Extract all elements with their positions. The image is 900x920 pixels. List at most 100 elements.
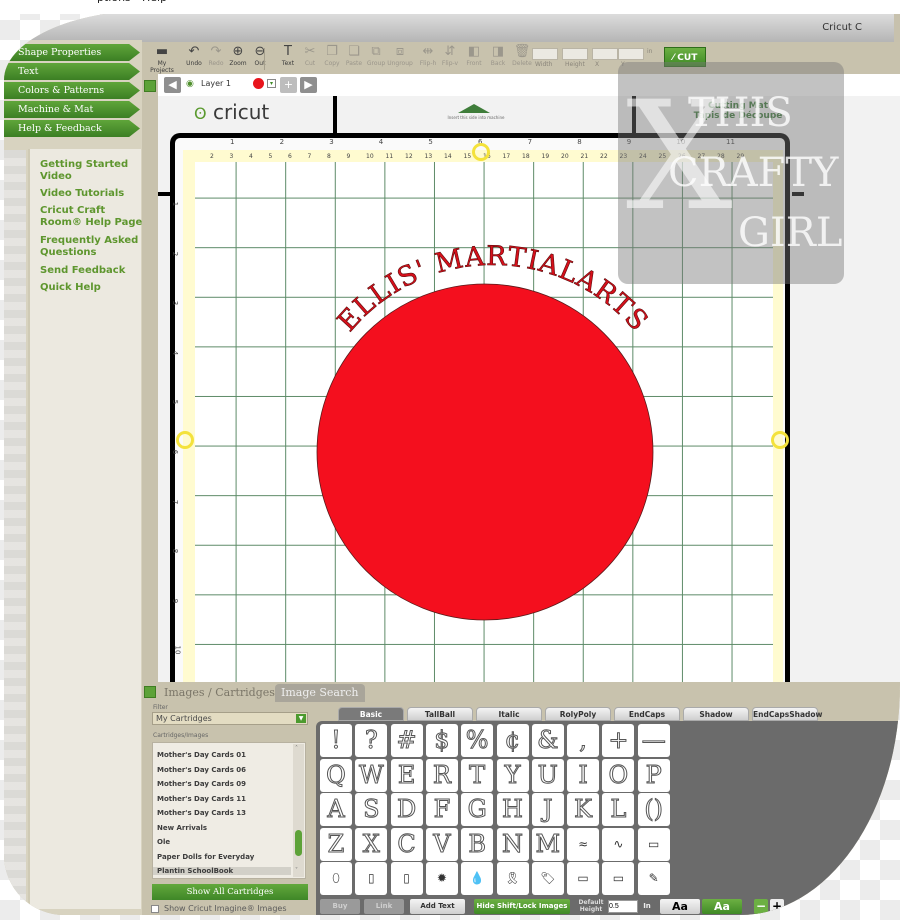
font-tab-shadow[interactable]: Shadow — [683, 707, 749, 721]
glyph-cell[interactable]: T — [461, 758, 494, 792]
glyph-cell[interactable]: & — [531, 724, 564, 757]
show-all-cartridges-button[interactable]: Show All Cartridges — [152, 884, 308, 900]
font-tab-tallball[interactable]: TallBall — [407, 707, 473, 721]
zoom-out-grid-button[interactable]: − — [754, 899, 768, 914]
add-text-button[interactable]: Add Text — [410, 899, 465, 914]
add-layer-button[interactable]: + — [280, 77, 297, 93]
next-mat-button[interactable]: ▶ — [300, 77, 317, 93]
cartridge-item[interactable]: Mother's Day Cards 09 — [157, 780, 246, 788]
glyph-cell[interactable]: 💧 — [461, 862, 494, 896]
glyph-cell[interactable]: ⬯ — [320, 862, 352, 896]
glyph-cell[interactable]: 🏷 — [531, 862, 564, 896]
font-tab-italic[interactable]: Italic — [476, 707, 542, 721]
help-link-getting-started[interactable]: Getting Started Video — [40, 159, 150, 183]
glyph-cell[interactable]: K — [567, 793, 600, 827]
glyph-cell[interactable]: R — [425, 758, 458, 792]
layer-dropdown[interactable]: ▾ — [267, 79, 276, 88]
glyph-cell[interactable]: Q — [320, 758, 352, 792]
glyph-cell[interactable]: E — [390, 758, 423, 792]
glyph-cell[interactable]: ¢ — [496, 724, 529, 757]
font-preview-active-button[interactable]: Aa — [702, 899, 742, 914]
cartridge-item[interactable]: Mother's Day Cards 13 — [157, 809, 246, 817]
width-input[interactable] — [532, 48, 558, 60]
sidebar-machine-mat[interactable]: Machine & Mat — [4, 101, 140, 118]
glyph-cell[interactable]: ▯ — [390, 862, 423, 896]
help-link-help-page[interactable]: Cricut Craft Room® Help Page — [40, 205, 150, 229]
sidebar-colors-patterns[interactable]: Colors & Patterns — [4, 82, 140, 99]
menu-help[interactable]: Help — [142, 0, 167, 4]
glyph-cell[interactable]: ∿ — [602, 827, 635, 861]
cartridge-item[interactable]: Ole — [157, 838, 170, 846]
font-preview-button[interactable]: Aa — [660, 899, 700, 914]
filter-select[interactable]: My Cartridges ▼ — [152, 712, 308, 725]
glyph-cell[interactable]: L — [602, 793, 635, 827]
layer-color-swatch[interactable] — [253, 78, 264, 89]
cartridge-item[interactable]: Paper Dolls for Everyday — [157, 853, 254, 861]
sidebar-shape-properties[interactable]: Shape Properties — [4, 44, 140, 61]
glyph-cell[interactable]: C — [390, 827, 423, 861]
sidebar-help-feedback[interactable]: Help & Feedback — [4, 120, 140, 137]
help-link-faq[interactable]: Frequently Asked Questions — [40, 235, 150, 259]
scroll-up-icon[interactable]: ˄ — [295, 745, 298, 752]
glyph-cell[interactable]: B — [461, 827, 494, 861]
eye-icon[interactable]: ◉ — [186, 79, 194, 89]
glyph-cell[interactable]: D — [390, 793, 423, 827]
link-button[interactable]: Link — [364, 899, 404, 914]
glyph-cell[interactable]: Z — [320, 827, 352, 861]
glyph-cell[interactable]: % — [461, 724, 494, 757]
default-height-input[interactable] — [608, 900, 638, 913]
glyph-cell[interactable]: ▯ — [355, 862, 388, 896]
scroll-down-icon[interactable]: ˅ — [295, 867, 298, 874]
height-input[interactable] — [562, 48, 588, 60]
buy-button[interactable]: Buy — [320, 899, 360, 914]
glyph-cell[interactable]: H — [496, 793, 529, 827]
cartridge-item[interactable]: Plantin SchoolBook — [153, 867, 291, 875]
cartridge-item[interactable]: Mother's Day Cards 01 — [157, 751, 246, 759]
glyph-cell[interactable]: V — [425, 827, 458, 861]
glyph-cell[interactable]: ✎ — [637, 862, 670, 896]
tab-image-search[interactable]: Image Search — [275, 684, 365, 702]
font-tab-endcapsshadow[interactable]: EndCapsShadow — [752, 707, 822, 721]
glyph-cell[interactable]: U — [531, 758, 564, 792]
cartridge-item[interactable]: New Arrivals — [157, 824, 207, 832]
zoom-in-grid-button[interactable]: + — [770, 899, 784, 914]
glyph-cell[interactable]: G — [461, 793, 494, 827]
hide-shift-lock-button[interactable]: Hide Shift/Lock Images — [474, 899, 570, 914]
font-tab-basic[interactable]: Basic — [338, 707, 404, 721]
tool-my-projects[interactable]: ▬ My Projects — [146, 44, 178, 74]
menu-options[interactable]: ptions — [97, 0, 131, 4]
glyph-cell[interactable]: S — [355, 793, 388, 827]
glyph-cell[interactable]: , — [567, 724, 600, 757]
glyph-cell[interactable]: ✹ — [425, 862, 458, 896]
sidebar-text[interactable]: Text — [4, 63, 140, 80]
scrollbar-thumb[interactable] — [295, 830, 302, 856]
layer-name[interactable]: Layer 1 — [201, 79, 231, 88]
glyph-cell[interactable]: I — [567, 758, 600, 792]
x-input[interactable] — [592, 48, 618, 60]
glyph-cell[interactable]: () — [637, 793, 670, 827]
glyph-cell[interactable]: ≈ — [567, 827, 600, 861]
glyph-cell[interactable]: X — [355, 827, 388, 861]
glyph-cell[interactable]: # — [390, 724, 423, 757]
help-link-quick-help[interactable]: Quick Help — [40, 282, 150, 294]
tab-images-cartridges[interactable]: Images / Cartridges — [158, 684, 281, 702]
collapse-images-panel-button[interactable] — [144, 686, 156, 698]
glyph-cell[interactable]: P — [637, 758, 670, 792]
glyph-cell[interactable]: — — [637, 724, 670, 757]
glyph-cell[interactable]: ! — [320, 724, 352, 757]
glyph-cell[interactable]: + — [602, 724, 635, 757]
font-tab-rolypoly[interactable]: RolyPoly — [545, 707, 611, 721]
collapse-sidebar-button[interactable] — [144, 80, 156, 92]
glyph-cell[interactable]: Y — [496, 758, 529, 792]
imagine-checkbox[interactable] — [151, 905, 159, 913]
help-link-send-feedback[interactable]: Send Feedback — [40, 265, 150, 277]
prev-mat-button[interactable]: ◀ — [164, 77, 181, 93]
red-circle-shape[interactable] — [316, 283, 654, 621]
glyph-cell[interactable]: $ — [425, 724, 458, 757]
glyph-cell[interactable]: N — [496, 827, 529, 861]
glyph-cell[interactable]: F — [425, 793, 458, 827]
chevron-down-icon[interactable]: ▼ — [296, 714, 306, 723]
glyph-cell[interactable]: J — [531, 793, 564, 827]
y-input[interactable] — [618, 48, 644, 60]
glyph-cell[interactable]: ▭ — [637, 827, 670, 861]
